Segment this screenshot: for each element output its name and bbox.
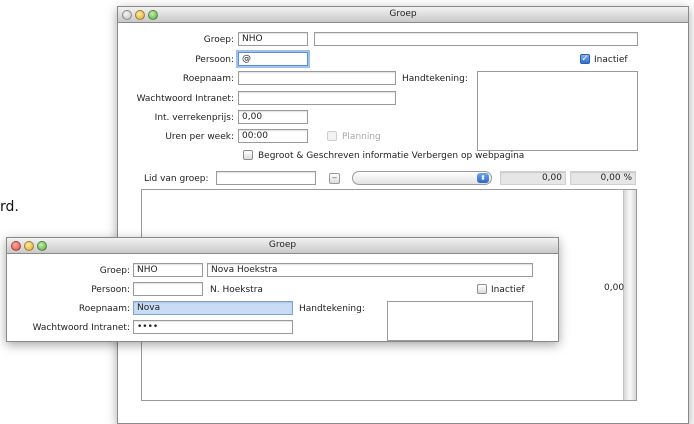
groep-code-field[interactable]: NHO bbox=[238, 32, 308, 46]
roepnaam-field[interactable] bbox=[238, 71, 396, 85]
begroot-label: Begroot & Geschreven informatie Verberge… bbox=[258, 151, 525, 161]
groep-code-field[interactable]: NHO bbox=[133, 263, 203, 277]
planning-label: Planning bbox=[342, 132, 381, 142]
percent-field: 0,00 % bbox=[570, 171, 636, 185]
roepnaam-label: Roepnaam: bbox=[78, 304, 130, 314]
window-title: Groep bbox=[268, 240, 297, 250]
persoon-name-text: N. Hoekstra bbox=[210, 285, 263, 295]
wachtwoord-field[interactable] bbox=[238, 91, 396, 105]
groep-popup-menu[interactable]: ⬍ bbox=[352, 171, 492, 185]
back-groep-window: Groep Groep: NHO Persoon: @ ✓ Inactief R… bbox=[117, 6, 689, 424]
inactief-label: Inactief bbox=[491, 285, 525, 295]
amount-field: 0,00 bbox=[500, 171, 566, 185]
back-window-titlebar: Groep bbox=[118, 7, 688, 23]
uren-field[interactable]: 00:00 bbox=[238, 129, 308, 143]
groep-label: Groep: bbox=[203, 35, 234, 45]
groep-name-field[interactable] bbox=[314, 32, 638, 46]
persoon-label: Persoon: bbox=[195, 55, 234, 65]
roepnaam-field[interactable]: Nova bbox=[133, 301, 293, 315]
inactief-label: Inactief bbox=[594, 55, 628, 65]
verrekenprijs-field[interactable]: 0,00 bbox=[238, 110, 308, 124]
wachtwoord-label: Wachtwoord Intranet: bbox=[136, 94, 234, 104]
persoon-field[interactable]: @ bbox=[238, 52, 308, 66]
handtekening-label: Handtekening: bbox=[402, 74, 468, 84]
persoon-field[interactable] bbox=[133, 282, 203, 296]
verrekenprijs-label: Int. verrekenprijs: bbox=[154, 113, 234, 123]
planning-checkbox[interactable] bbox=[327, 131, 337, 141]
lid-van-groep-field[interactable] bbox=[216, 171, 316, 185]
front-window-titlebar: Groep bbox=[7, 238, 558, 254]
handtekening-label: Handtekening: bbox=[299, 304, 365, 314]
front-groep-window: Groep Groep: NHO Nova Hoekstra Persoon: … bbox=[6, 237, 559, 342]
lid-van-groep-label: Lid van groep: bbox=[144, 174, 209, 184]
groep-label: Groep: bbox=[99, 266, 130, 276]
inactief-checkbox[interactable] bbox=[477, 284, 487, 294]
window-title: Groep bbox=[389, 9, 417, 19]
lid-select-button[interactable]: − bbox=[329, 173, 340, 184]
groep-name-field[interactable]: Nova Hoekstra bbox=[207, 263, 533, 277]
chevron-updown-icon: ⬍ bbox=[477, 173, 489, 183]
lower-amount-text: 0,00 bbox=[604, 283, 625, 293]
background-text-fragment: rd. bbox=[0, 199, 19, 215]
begroot-checkbox[interactable] bbox=[243, 150, 253, 160]
handtekening-box[interactable] bbox=[477, 71, 638, 151]
wachtwoord-label: Wachtwoord Intranet: bbox=[32, 323, 130, 333]
persoon-label: Persoon: bbox=[91, 285, 130, 295]
wachtwoord-field[interactable]: •••• bbox=[133, 320, 293, 334]
inactief-checkbox[interactable]: ✓ bbox=[580, 54, 590, 64]
list-scrollbar[interactable] bbox=[623, 190, 636, 400]
uren-label: Uren per week: bbox=[165, 132, 234, 142]
roepnaam-label: Roepnaam: bbox=[182, 74, 234, 84]
handtekening-box[interactable] bbox=[387, 301, 533, 341]
